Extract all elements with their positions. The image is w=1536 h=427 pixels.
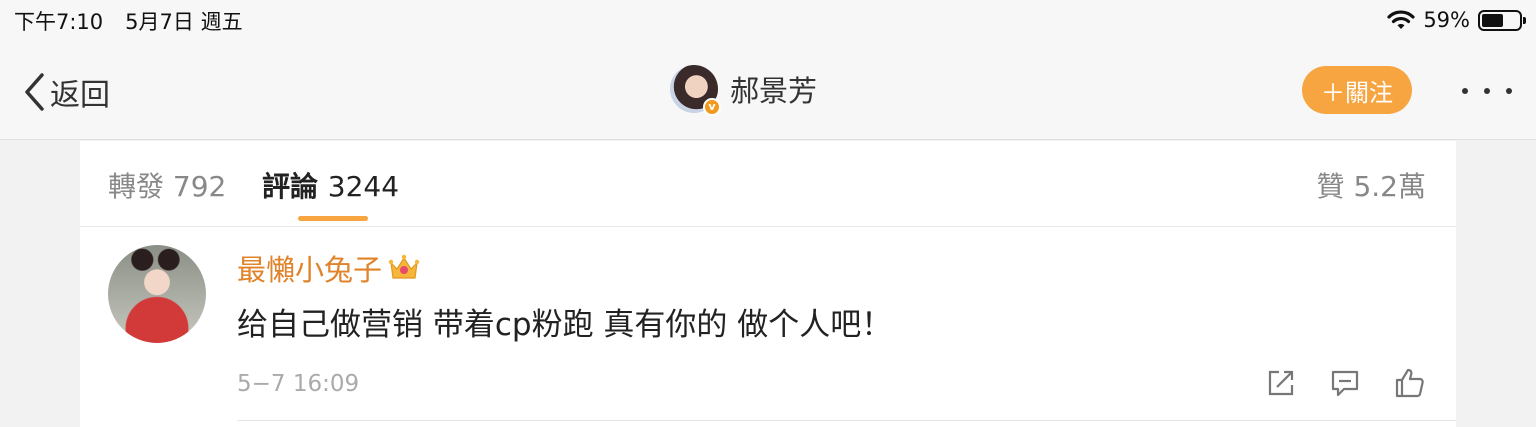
- comment-timestamp: 5−7 16:09: [237, 371, 360, 397]
- comment-text: 给自己做营销 带着cp粉跑 真有你的 做个人吧！: [237, 307, 893, 343]
- tab-comments[interactable]: 評論 3244: [262, 165, 399, 205]
- comment-avatar[interactable]: [108, 245, 206, 343]
- battery-percent: 59%: [1423, 8, 1470, 32]
- tab-reposts[interactable]: 轉發 792: [108, 165, 226, 205]
- status-date: 5月7日 週五: [125, 10, 243, 34]
- battery-icon: [1478, 9, 1526, 31]
- back-button[interactable]: 返回: [22, 70, 110, 114]
- crown-icon: [388, 254, 420, 279]
- status-bar: 下午7:10 5月7日 週五 59%: [0, 0, 1536, 40]
- nav-bar: 返回 v 郝景芳 ＋關注: [0, 40, 1536, 140]
- wifi-icon: [1387, 10, 1415, 29]
- tab-likes-label: 贊: [1316, 170, 1345, 203]
- active-tab-indicator: [298, 216, 368, 221]
- tab-likes[interactable]: 贊 5.2萬: [1317, 165, 1426, 205]
- comments-panel: 轉發 792 評論 3244 贊 5.2萬 最懶小兔子 给自己做营销 带着cp粉…: [80, 141, 1456, 427]
- avatar[interactable]: v: [670, 65, 721, 116]
- like-icon[interactable]: [1394, 367, 1426, 399]
- comment-username-text: 最懶小兔子: [237, 253, 383, 287]
- battery-level: [1482, 13, 1504, 27]
- status-time: 下午7:10: [14, 10, 104, 34]
- tab-reposts-count: 792: [172, 170, 227, 203]
- chevron-left-icon: [25, 73, 44, 111]
- share-icon[interactable]: [1266, 368, 1296, 398]
- tab-bar: 轉發 792 評論 3244 贊 5.2萬: [80, 141, 1456, 227]
- profile-header[interactable]: v 郝景芳: [670, 65, 818, 116]
- tab-comments-count: 3244: [327, 170, 400, 203]
- comment-username[interactable]: 最懶小兔子: [237, 247, 420, 289]
- reply-icon[interactable]: [1330, 368, 1360, 398]
- tab-comments-label: 評論: [262, 170, 319, 203]
- comment-actions: [1232, 367, 1426, 399]
- verified-badge-icon: v: [703, 98, 721, 116]
- page-title: 郝景芳: [730, 74, 818, 108]
- back-label: 返回: [50, 78, 110, 113]
- tab-reposts-label: 轉發: [108, 170, 165, 203]
- comment-divider: [237, 420, 1456, 421]
- status-indicators: 59%: [1387, 6, 1526, 34]
- tab-likes-count: 5.2萬: [1353, 170, 1426, 203]
- more-dots-icon[interactable]: [1462, 76, 1512, 106]
- follow-button[interactable]: ＋關注: [1302, 66, 1412, 114]
- status-datetime: 下午7:10 5月7日 週五: [14, 6, 265, 36]
